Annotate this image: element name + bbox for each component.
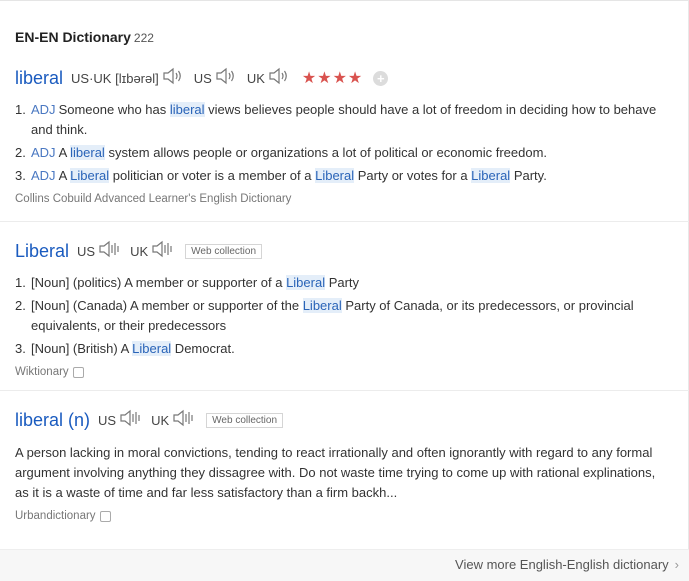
speaker-icon[interactable] bbox=[151, 240, 173, 263]
result-count: 222 bbox=[133, 31, 154, 45]
highlight: Liberal bbox=[70, 168, 110, 183]
definition-item: 2. [Noun] (Canada) A member or supporter … bbox=[15, 298, 634, 333]
definition-item: 3. ADJ A Liberal politician or voter is a … bbox=[15, 168, 547, 183]
dictionary-header: EN-EN Dictionary 222 bbox=[15, 29, 154, 45]
entry-wiktionary: Liberal US UK Web collection 1. [Noun] (p… bbox=[15, 239, 681, 378]
us-label: US bbox=[193, 70, 212, 86]
highlight: Liberal bbox=[471, 168, 511, 183]
source-label: Collins Cobuild Advanced Learner's Engli… bbox=[15, 193, 292, 205]
definition-text: A person lacking in moral convictions, t… bbox=[15, 445, 656, 500]
uk-label: UK bbox=[151, 412, 170, 428]
speaker-icon[interactable] bbox=[172, 409, 194, 432]
highlight: Liberal bbox=[315, 168, 355, 183]
entry-headword-row: Liberal US UK Web collection bbox=[15, 239, 681, 263]
definition-item: 3. [Noun] (British) A Liberal Democrat. bbox=[15, 341, 235, 356]
star-rating: ★★★★ bbox=[301, 70, 364, 87]
definition-item: 1. [Noun] (politics) A member or supporte… bbox=[15, 275, 360, 290]
speaker-icon[interactable] bbox=[162, 67, 184, 90]
entry-headword-row: liberal US·UK [lɪbərəl] US UK ★★★★ + bbox=[15, 66, 681, 90]
source-label: Urbandictionary bbox=[15, 510, 681, 522]
web-collection-tag: Web collection bbox=[185, 243, 263, 259]
definition-list: 1. [Noun] (politics) A member or supporte… bbox=[15, 273, 681, 359]
highlight: Liberal bbox=[286, 275, 326, 290]
part-of-speech: ADJ bbox=[31, 145, 56, 160]
us-label: US bbox=[98, 412, 117, 428]
speaker-icon[interactable] bbox=[119, 409, 141, 432]
footer-bar: View more English-English dictionary › bbox=[0, 549, 689, 581]
entry-urbandictionary: liberal (n) US UK Web collection A perso… bbox=[15, 408, 681, 522]
part-of-speech: ADJ bbox=[31, 168, 56, 183]
headword: liberal bbox=[15, 67, 64, 88]
section-divider bbox=[0, 390, 689, 391]
view-more-link[interactable]: View more English-English dictionary › bbox=[455, 557, 679, 572]
part-of-speech: ADJ bbox=[31, 102, 56, 117]
speaker-icon[interactable] bbox=[215, 67, 237, 90]
source-label: Wiktionary bbox=[15, 366, 681, 378]
add-icon[interactable]: + bbox=[373, 70, 389, 86]
highlight: Liberal bbox=[132, 341, 172, 356]
highlight: Liberal bbox=[302, 298, 342, 313]
web-collection-tag: Web collection bbox=[206, 412, 284, 428]
speaker-icon[interactable] bbox=[98, 240, 120, 263]
speaker-icon[interactable] bbox=[268, 67, 290, 90]
chevron-right-icon: › bbox=[674, 557, 679, 572]
us-label: US bbox=[77, 243, 96, 259]
entry-headword-row: liberal (n) US UK Web collection bbox=[15, 408, 681, 432]
definition-item: 1. ADJ Someone who has liberal views belie… bbox=[15, 102, 657, 137]
copy-icon[interactable] bbox=[99, 510, 111, 522]
definition-item: 2. ADJ A liberal system allows people or o… bbox=[15, 145, 548, 160]
copy-icon[interactable] bbox=[72, 366, 84, 378]
entry-collins: liberal US·UK [lɪbərəl] US UK ★★★★ + 1. A… bbox=[15, 66, 681, 205]
definition-list: 1. ADJ Someone who has liberal views belie… bbox=[15, 100, 681, 186]
dictionary-title: EN-EN Dictionary bbox=[15, 29, 131, 45]
highlight: liberal bbox=[169, 102, 205, 117]
headword: Liberal bbox=[15, 240, 70, 261]
headword: liberal (n) bbox=[15, 409, 91, 430]
section-divider bbox=[0, 221, 689, 222]
highlight: liberal bbox=[70, 145, 105, 160]
uk-label: UK bbox=[246, 70, 265, 86]
top-border bbox=[0, 0, 689, 1]
uk-label: UK bbox=[130, 243, 149, 259]
phonetic: US·UK [lɪbərəl] bbox=[71, 70, 159, 86]
